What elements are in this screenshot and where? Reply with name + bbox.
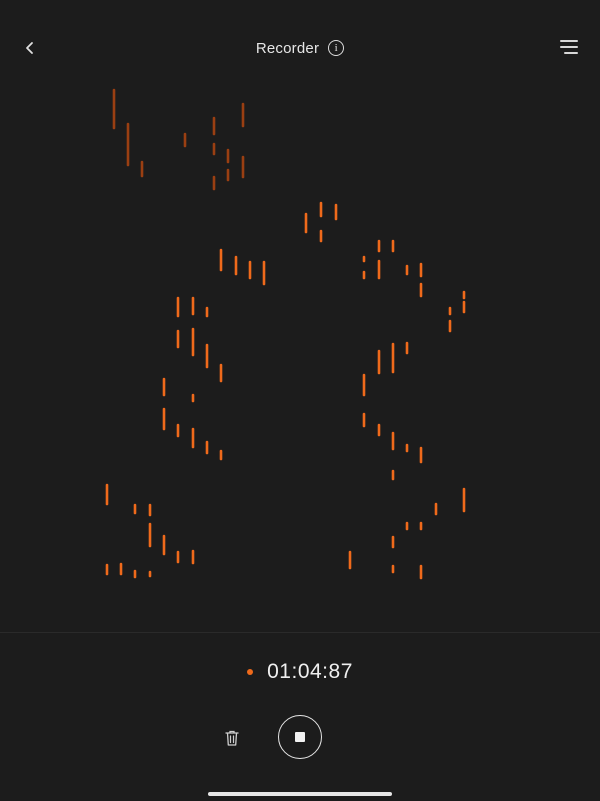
- recording-status: 01:04:87: [0, 656, 600, 688]
- home-indicator[interactable]: [208, 792, 392, 796]
- menu-icon-line-middle: [560, 46, 578, 48]
- menu-icon-line-bottom: [564, 52, 578, 54]
- trash-icon: [225, 730, 239, 746]
- title-group: Recorder i: [0, 36, 600, 60]
- elapsed-time: 01:04:87: [267, 660, 353, 683]
- waveform-visualization: [105, 88, 466, 580]
- divider: [0, 632, 600, 633]
- delete-button[interactable]: [222, 728, 242, 748]
- menu-icon-line-top: [560, 40, 578, 42]
- info-icon[interactable]: i: [328, 40, 345, 56]
- recording-dot-icon: [247, 669, 254, 675]
- stop-button[interactable]: [278, 715, 322, 759]
- stop-icon: [295, 732, 305, 742]
- page-title: Recorder: [255, 39, 320, 57]
- menu-button[interactable]: [556, 38, 578, 56]
